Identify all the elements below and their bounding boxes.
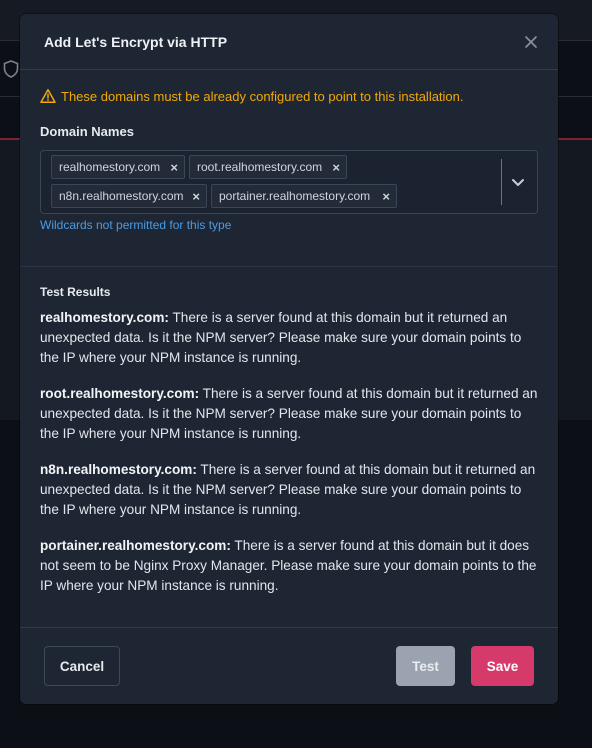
- result-domain: n8n.realhomestory.com:: [40, 462, 197, 477]
- footer-divider: [20, 627, 558, 628]
- domain-names-select[interactable]: realhomestory.com × root.realhomestory.c…: [40, 150, 538, 214]
- domain-chip: portainer.realhomestory.com ×: [211, 184, 397, 208]
- remove-chip-icon[interactable]: ×: [170, 160, 178, 175]
- remove-chip-icon[interactable]: ×: [382, 189, 390, 204]
- domain-chip-label: realhomestory.com: [59, 160, 161, 174]
- domain-chip-label: n8n.realhomestory.com: [59, 189, 184, 203]
- test-button[interactable]: Test: [396, 646, 455, 686]
- letsencrypt-modal: Add Let's Encrypt via HTTP These domains…: [20, 14, 558, 704]
- section-divider: [20, 266, 558, 267]
- domain-chip: realhomestory.com ×: [51, 155, 185, 179]
- cancel-button[interactable]: Cancel: [44, 646, 120, 686]
- test-result: realhomestory.com: There is a server fou…: [40, 308, 540, 368]
- wildcard-hint: Wildcards not permitted for this type: [40, 218, 232, 232]
- domain-names-label: Domain Names: [40, 124, 134, 139]
- close-icon[interactable]: [524, 35, 538, 49]
- chevron-down-icon[interactable]: [507, 172, 529, 192]
- warning-triangle-icon: [40, 89, 56, 103]
- test-result: n8n.realhomestory.com: There is a server…: [40, 460, 540, 520]
- result-domain: portainer.realhomestory.com:: [40, 538, 231, 553]
- remove-chip-icon[interactable]: ×: [192, 189, 200, 204]
- domain-chip-label: portainer.realhomestory.com: [219, 189, 371, 203]
- domain-chip-label: root.realhomestory.com: [197, 160, 323, 174]
- domain-chip: root.realhomestory.com ×: [189, 155, 347, 179]
- warning-text: These domains must be already configured…: [61, 88, 464, 104]
- select-divider: [501, 159, 502, 205]
- test-result: root.realhomestory.com: There is a serve…: [40, 384, 540, 444]
- domain-chip: n8n.realhomestory.com ×: [51, 184, 207, 208]
- test-result: portainer.realhomestory.com: There is a …: [40, 536, 540, 596]
- remove-chip-icon[interactable]: ×: [332, 160, 340, 175]
- modal-header: Add Let's Encrypt via HTTP: [20, 14, 558, 70]
- warning-message: These domains must be already configured…: [40, 88, 464, 104]
- shield-icon: [3, 60, 19, 78]
- result-domain: root.realhomestory.com:: [40, 386, 200, 401]
- save-button[interactable]: Save: [471, 646, 534, 686]
- test-results-title: Test Results: [40, 285, 111, 299]
- result-domain: realhomestory.com:: [40, 310, 169, 325]
- modal-title: Add Let's Encrypt via HTTP: [44, 34, 228, 50]
